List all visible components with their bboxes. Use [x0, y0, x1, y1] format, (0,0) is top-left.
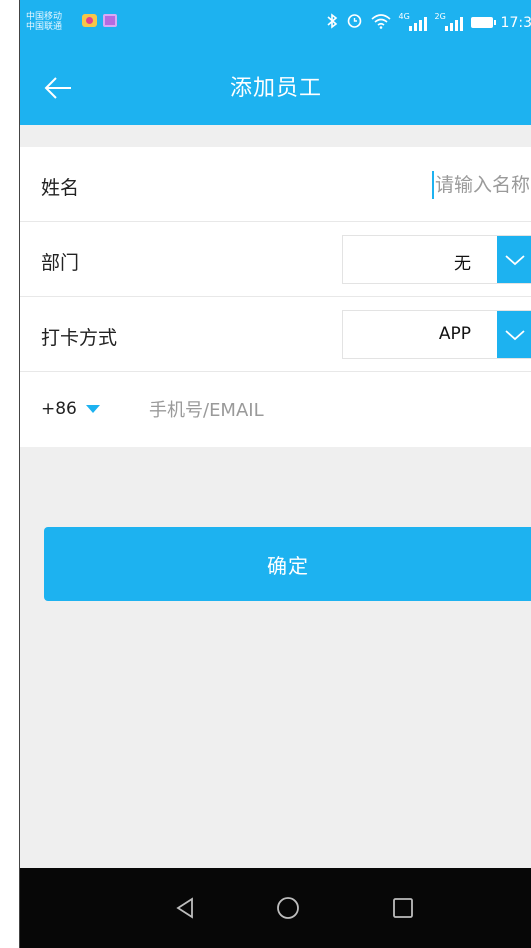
checkin-method-row: 打卡方式 APP	[20, 297, 531, 372]
country-code: +86	[41, 399, 77, 419]
checkin-method-dropdown-button[interactable]	[497, 311, 531, 358]
notification-icons	[82, 14, 117, 27]
nav-recents-button[interactable]	[385, 890, 421, 926]
page-title: 添加员工	[229, 76, 322, 101]
checkin-method-select[interactable]: APP	[342, 310, 531, 359]
alarm-icon	[346, 12, 363, 33]
department-label: 部门	[41, 252, 80, 274]
triangle-back-icon	[176, 897, 193, 919]
employee-form: 姓名 部门 无 打卡方式 APP	[20, 147, 531, 447]
image-notification-icon	[103, 14, 117, 27]
network-2g-label: 2G	[434, 11, 446, 21]
carrier-info: 中国移动 中国联通	[26, 12, 62, 32]
wifi-icon	[371, 13, 391, 33]
chevron-down-icon	[504, 329, 525, 340]
battery-icon	[470, 17, 496, 28]
phone-email-input[interactable]	[147, 392, 517, 428]
phone-row: +86	[20, 372, 531, 447]
name-row: 姓名	[20, 147, 531, 222]
name-input[interactable]	[252, 167, 531, 203]
checkin-method-value: APP	[438, 324, 471, 344]
app-notification-icon	[82, 14, 97, 27]
network-4g-label: 4G	[398, 11, 410, 21]
status-time: 17:3	[500, 14, 531, 31]
app-header: 添加员工	[20, 46, 531, 125]
triangle-down-icon	[85, 405, 100, 413]
phone-screen: 中国移动 中国联通 4G 2G 17:3 添加员工 姓名 请输入名称 部门 无 …	[19, 0, 531, 948]
nav-back-button[interactable]	[167, 890, 203, 926]
department-value: 无	[454, 254, 471, 274]
chevron-down-icon	[504, 254, 525, 265]
checkin-method-label: 打卡方式	[41, 327, 118, 349]
department-row: 部门 无	[20, 222, 531, 297]
department-select[interactable]: 无	[342, 235, 531, 284]
carrier-line-2: 中国联通	[26, 22, 63, 32]
system-navigation-bar	[20, 868, 531, 948]
name-label: 姓名	[41, 177, 80, 199]
status-indicators: 4G 2G 17:3	[326, 12, 531, 33]
nav-home-button[interactable]	[270, 890, 306, 926]
signal-2g-icon: 2G	[434, 11, 463, 31]
status-bar: 中国移动 中国联通 4G 2G 17:3	[20, 0, 531, 46]
country-code-selector[interactable]: +86	[41, 399, 100, 419]
square-recents-icon	[393, 898, 413, 918]
department-dropdown-button[interactable]	[497, 236, 531, 283]
carrier-line-1: 中国移动	[26, 12, 63, 22]
circle-home-icon	[277, 897, 299, 919]
confirm-button[interactable]: 确定	[44, 527, 531, 601]
signal-4g-icon: 4G	[398, 11, 427, 31]
bluetooth-icon	[326, 12, 338, 33]
top-bar: 中国移动 中国联通 4G 2G 17:3 添加员工	[20, 0, 531, 125]
